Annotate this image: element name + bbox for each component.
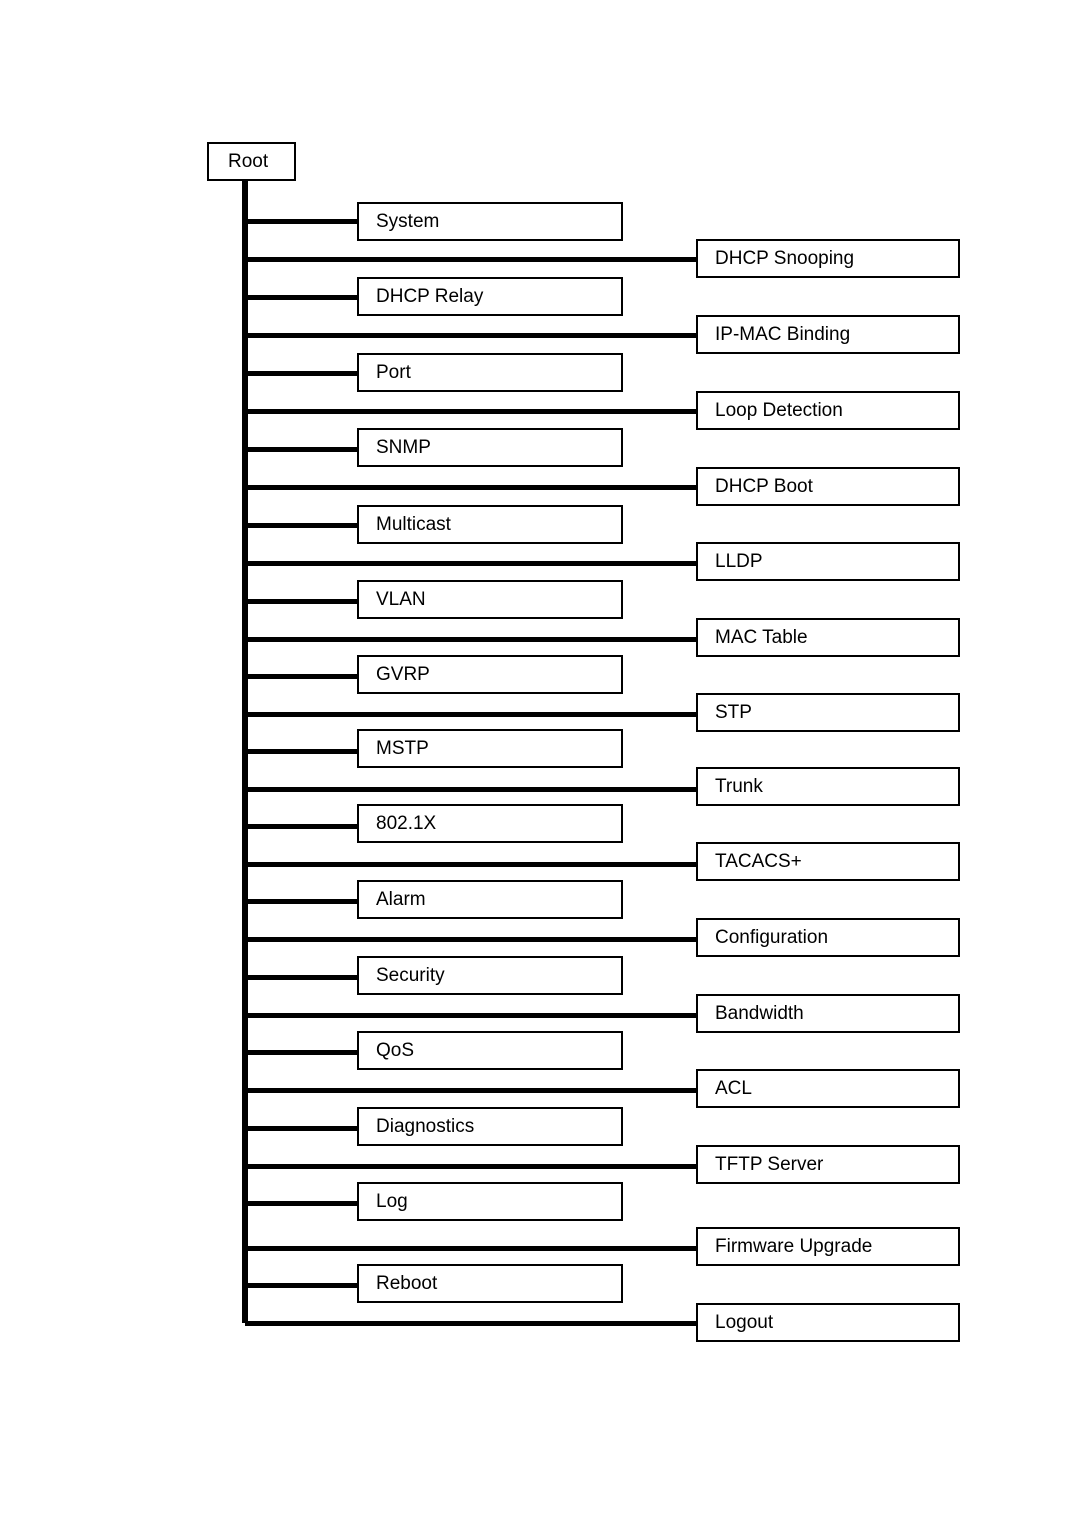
node-dhcp-snooping[interactable]: DHCP Snooping — [696, 239, 960, 278]
node-lldp-label: LLDP — [715, 551, 763, 572]
node-acl[interactable]: ACL — [696, 1069, 960, 1108]
branch-to-tacacs-plus — [245, 862, 699, 867]
branch-to-loop-detection — [245, 409, 699, 414]
node-firmware-upgrade[interactable]: Firmware Upgrade — [696, 1227, 960, 1266]
node-log[interactable]: Log — [357, 1182, 623, 1221]
node-diagnostics[interactable]: Diagnostics — [357, 1107, 623, 1146]
node-root[interactable]: Root — [207, 142, 296, 181]
node-mac-table-label: MAC Table — [715, 627, 808, 648]
node-multicast-label: Multicast — [376, 514, 451, 535]
branch-to-tftp-server — [245, 1164, 699, 1169]
node-security-label: Security — [376, 965, 445, 986]
node-log-label: Log — [376, 1191, 408, 1212]
branch-to-logout — [245, 1321, 699, 1326]
node-reboot-label: Reboot — [376, 1273, 438, 1294]
branch-to-acl — [245, 1088, 699, 1093]
node-configuration[interactable]: Configuration — [696, 918, 960, 957]
node-alarm-label: Alarm — [376, 889, 426, 910]
node-system-label: System — [376, 211, 440, 232]
branch-to-diagnostics — [245, 1126, 360, 1131]
node-ip-mac-binding[interactable]: IP-MAC Binding — [696, 315, 960, 354]
branch-to-gvrp — [245, 674, 360, 679]
branch-to-log — [245, 1201, 360, 1206]
node-mstp-label: MSTP — [376, 738, 429, 759]
node-security[interactable]: Security — [357, 956, 623, 995]
node-tacacs-plus[interactable]: TACACS+ — [696, 842, 960, 881]
node-stp[interactable]: STP — [696, 693, 960, 732]
branch-to-security — [245, 975, 360, 980]
node-gvrp-label: GVRP — [376, 664, 430, 685]
node-logout[interactable]: Logout — [696, 1303, 960, 1342]
branch-to-ip-mac-binding — [245, 333, 699, 338]
node-lldp[interactable]: LLDP — [696, 542, 960, 581]
node-qos[interactable]: QoS — [357, 1031, 623, 1070]
page-footer: 27 Publication date: March., 2011 Revisi… — [0, 1385, 1080, 1475]
branch-to-802-1x — [245, 824, 360, 829]
node-mac-table[interactable]: MAC Table — [696, 618, 960, 657]
node-tftp-server[interactable]: TFTP Server — [696, 1145, 960, 1184]
menu-tree-diagram: Root System DHCP Relay Port SNMP Multica… — [0, 0, 1080, 1360]
node-port[interactable]: Port — [357, 353, 623, 392]
branch-to-firmware-upgrade — [245, 1246, 699, 1251]
node-reboot[interactable]: Reboot — [357, 1264, 623, 1303]
node-ip-mac-binding-label: IP-MAC Binding — [715, 324, 851, 345]
node-root-label: Root — [228, 151, 269, 172]
node-port-label: Port — [376, 362, 411, 383]
node-tacacs-plus-label: TACACS+ — [715, 851, 802, 872]
node-dhcp-boot-label: DHCP Boot — [715, 476, 813, 497]
node-loop-detection[interactable]: Loop Detection — [696, 391, 960, 430]
node-bandwidth[interactable]: Bandwidth — [696, 994, 960, 1033]
node-802-1x[interactable]: 802.1X — [357, 804, 623, 843]
node-gvrp[interactable]: GVRP — [357, 655, 623, 694]
branch-to-system — [245, 219, 360, 224]
branch-to-mstp — [245, 749, 360, 754]
node-logout-label: Logout — [715, 1312, 774, 1333]
node-bandwidth-label: Bandwidth — [715, 1003, 804, 1024]
branch-to-bandwidth — [245, 1013, 699, 1018]
node-mstp[interactable]: MSTP — [357, 729, 623, 768]
branch-to-snmp — [245, 447, 360, 452]
node-dhcp-snooping-label: DHCP Snooping — [715, 248, 855, 269]
node-multicast[interactable]: Multicast — [357, 505, 623, 544]
branch-to-port — [245, 371, 360, 376]
node-dhcp-relay-label: DHCP Relay — [376, 286, 484, 307]
branch-to-dhcp-relay — [245, 295, 360, 300]
node-trunk[interactable]: Trunk — [696, 767, 960, 806]
branch-to-lldp — [245, 561, 699, 566]
node-tftp-server-label: TFTP Server — [715, 1154, 824, 1175]
document-page: Root System DHCP Relay Port SNMP Multica… — [0, 0, 1080, 1526]
branch-to-trunk — [245, 787, 699, 792]
branch-to-vlan — [245, 599, 360, 604]
node-diagnostics-label: Diagnostics — [376, 1116, 475, 1137]
node-system[interactable]: System — [357, 202, 623, 241]
node-loop-detection-label: Loop Detection — [715, 400, 843, 421]
branch-to-dhcp-boot — [245, 485, 699, 490]
branch-to-reboot — [245, 1283, 360, 1288]
node-802-1x-label: 802.1X — [376, 813, 437, 834]
node-alarm[interactable]: Alarm — [357, 880, 623, 919]
branch-to-mac-table — [245, 637, 699, 642]
branch-to-qos — [245, 1050, 360, 1055]
node-vlan-label: VLAN — [376, 589, 426, 610]
branch-to-stp — [245, 712, 699, 717]
node-snmp[interactable]: SNMP — [357, 428, 623, 467]
node-trunk-label: Trunk — [715, 776, 763, 797]
branch-to-multicast — [245, 523, 360, 528]
node-vlan[interactable]: VLAN — [357, 580, 623, 619]
branch-to-alarm — [245, 899, 360, 904]
node-dhcp-relay[interactable]: DHCP Relay — [357, 277, 623, 316]
node-stp-label: STP — [715, 702, 752, 723]
node-qos-label: QoS — [376, 1040, 415, 1061]
node-firmware-upgrade-label: Firmware Upgrade — [715, 1236, 873, 1257]
node-dhcp-boot[interactable]: DHCP Boot — [696, 467, 960, 506]
branch-to-configuration — [245, 937, 699, 942]
node-configuration-label: Configuration — [715, 927, 829, 948]
branch-to-dhcp-snooping — [245, 257, 699, 262]
node-snmp-label: SNMP — [376, 437, 431, 458]
node-acl-label: ACL — [715, 1078, 752, 1099]
